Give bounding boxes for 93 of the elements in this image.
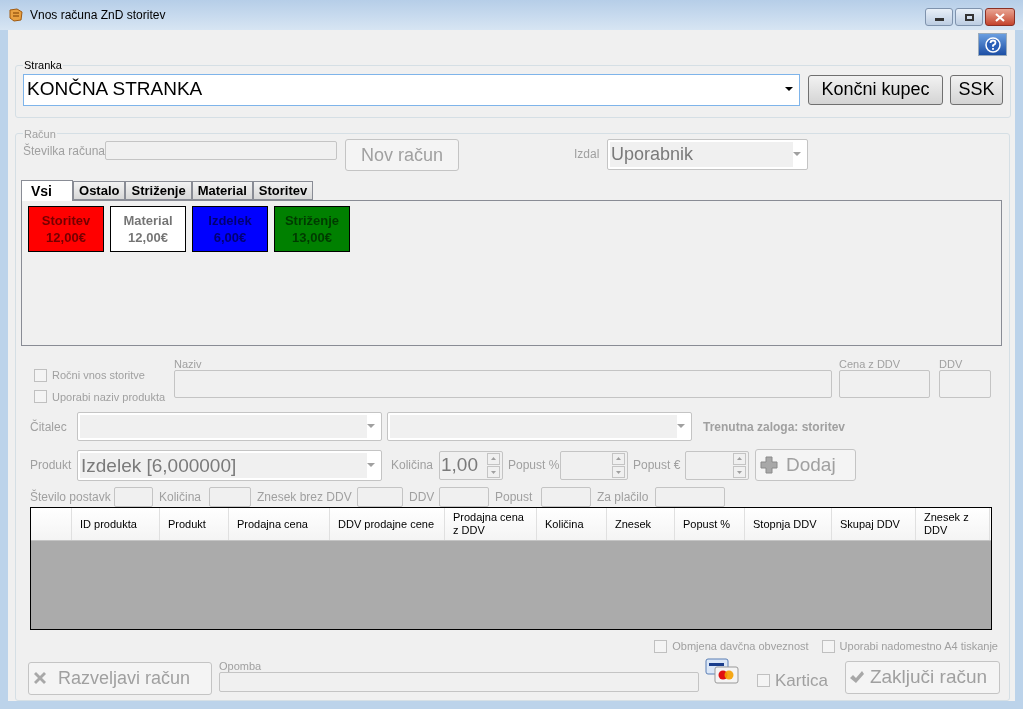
summary-label: Popust [495, 489, 534, 506]
product-tile[interactable]: Material 12,00€ [110, 206, 186, 252]
column-header[interactable]: ID produkta [80, 517, 137, 531]
ssk-button[interactable]: SSK [950, 74, 1003, 105]
field-label: Čitalec [29, 418, 68, 436]
dropdown-caret-icon [367, 462, 375, 468]
quantity-spinner[interactable]: 1,00 [439, 450, 503, 480]
price-field[interactable] [839, 370, 930, 398]
product-name: Izdelek [208, 212, 252, 229]
restore-button[interactable] [955, 8, 983, 26]
field-label: Popust € [633, 457, 682, 474]
field-label: Produkt [29, 457, 73, 474]
tab[interactable]: Material [191, 181, 253, 200]
tab[interactable]: Vsi [21, 180, 73, 201]
field-label: Popust % [508, 457, 560, 474]
column-header[interactable]: Produkt [168, 517, 206, 531]
product-combobox[interactable]: Izdelek [6,000000] [77, 449, 382, 481]
dropdown-caret-icon [367, 424, 375, 429]
minimize-button[interactable] [925, 8, 953, 26]
spin-up-icon [487, 452, 500, 465]
stock-label: Trenutna zaloga: storitev [703, 418, 846, 436]
dropdown-caret-icon [677, 424, 685, 429]
end-customer-button[interactable]: Končni kupec [808, 74, 943, 105]
dropdown-caret-icon [793, 152, 801, 157]
checkbox-label: Obmjena davčna obveznost [672, 639, 809, 654]
product-price: 12,00€ [128, 229, 168, 246]
column-header[interactable]: Količina [545, 517, 584, 531]
field-label: Opomba [219, 658, 263, 672]
checkbox[interactable] [34, 390, 47, 404]
window-title: Vnos računa ZnD storitev [30, 7, 166, 24]
invoice-number-field[interactable] [105, 141, 337, 160]
checkbox[interactable] [821, 639, 835, 653]
summary-label: DDV [409, 489, 436, 506]
column-header[interactable]: Prodajna cena [237, 517, 308, 531]
tab[interactable]: Striženje [125, 181, 192, 200]
checkbox[interactable] [34, 368, 47, 382]
spin-down-icon [487, 465, 500, 478]
close-icon [995, 12, 1005, 22]
dropdown-caret-icon [785, 87, 793, 92]
tab[interactable]: Ostalo [73, 181, 126, 200]
close-button[interactable] [985, 8, 1015, 26]
column-header[interactable]: Znesek [615, 517, 652, 531]
group-label: Račun [23, 126, 57, 142]
plus-icon [760, 456, 778, 474]
checkbox[interactable] [757, 673, 770, 687]
product-name: Storitev [41, 212, 91, 229]
reader-detail-combobox[interactable] [387, 412, 692, 441]
customer-combobox[interactable]: KONČNA STRANKA [23, 73, 800, 106]
column-header[interactable]: Skupaj DDV [840, 517, 900, 531]
field-label: Naziv [174, 357, 203, 370]
summary-label: Znesek brez DDV [257, 489, 353, 506]
checkbox-label: Kartica [775, 669, 828, 692]
tab[interactable]: Storitev [252, 181, 314, 200]
field-label: Količina [391, 457, 435, 474]
reader-combobox[interactable] [77, 412, 382, 441]
summary-label: Količina [159, 489, 203, 506]
checkbox[interactable] [654, 639, 668, 653]
vat-field[interactable] [939, 370, 991, 398]
summary-label: Število postavk [30, 488, 112, 506]
column-header[interactable]: Znesek z DDV [924, 511, 981, 537]
product-price: 6,00€ [213, 229, 247, 246]
column-header[interactable]: DDV prodajne cene [338, 517, 434, 531]
group-label: Stranka [23, 58, 63, 73]
checkbox-label: Ročni vnos storitve [52, 368, 145, 383]
field-label: DDV [939, 357, 964, 370]
payment-card-icon [705, 657, 739, 684]
note-field[interactable] [219, 671, 699, 692]
column-header[interactable]: Stopnja DDV [753, 517, 817, 531]
spin-up-icon [733, 452, 746, 465]
help-icon [984, 36, 1001, 53]
spin-down-icon [733, 465, 746, 478]
issued-by-combobox[interactable]: Uporabnik [607, 139, 808, 170]
discount-euro-spinner[interactable] [685, 450, 749, 480]
checkbox-label: Uporabi naziv produkta [52, 389, 166, 405]
column-header[interactable]: Prodajna cena z DDV [453, 511, 528, 537]
product-price: 13,00€ [292, 229, 332, 246]
product-price: 12,00€ [46, 229, 86, 246]
checkbox-label: Uporabi nadomestno A4 tiskanje [839, 639, 998, 654]
checkmark-icon [848, 669, 865, 685]
spin-down-icon [612, 465, 625, 478]
spin-up-icon [612, 452, 625, 465]
app-icon [8, 7, 24, 23]
summary-label: Za plačilo [597, 489, 650, 506]
field-label: Izdal [574, 146, 601, 163]
product-name: Material [123, 212, 173, 229]
x-icon [32, 670, 48, 686]
column-header[interactable]: Popust % [683, 517, 731, 531]
discount-percent-spinner[interactable] [560, 450, 628, 480]
help-button[interactable] [978, 33, 1007, 56]
product-name: Striženje [284, 212, 340, 229]
name-field[interactable] [174, 370, 832, 398]
field-label: Številka računa [23, 142, 105, 160]
field-label: Cena z DDV [839, 357, 902, 370]
